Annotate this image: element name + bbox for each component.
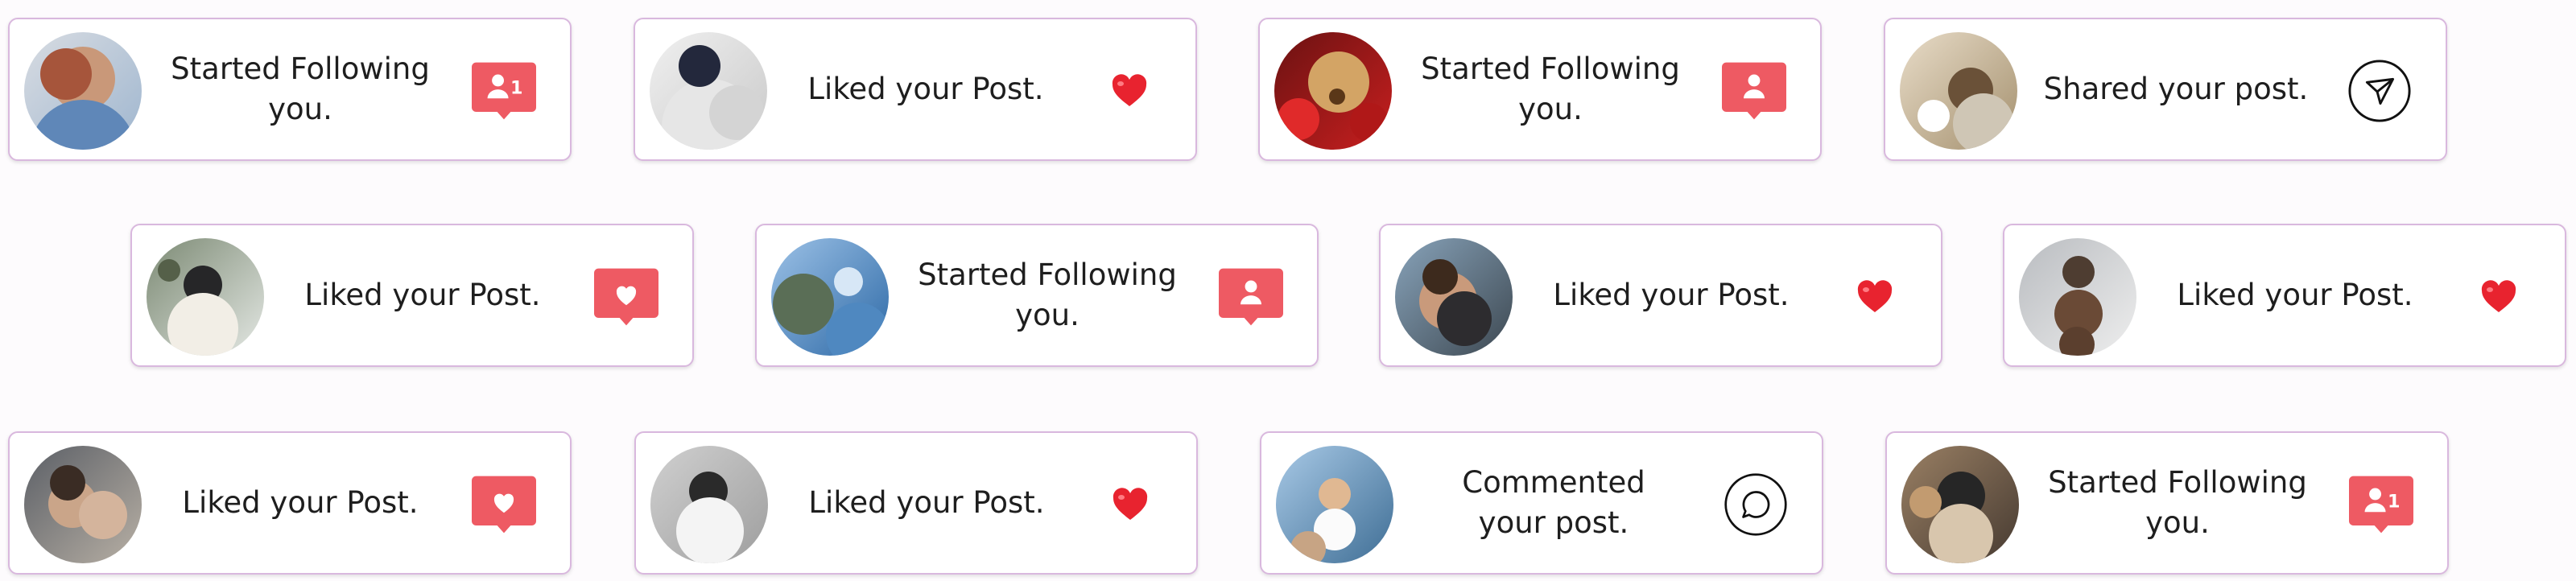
notification-text: Shared your post. [2043,72,2309,106]
badge-count: 1 [2388,492,2401,513]
avatar[interactable] [1900,32,2017,150]
notification-text: Started Following you. [2048,465,2307,540]
notification-card[interactable]: Commented your post. [1260,431,1823,575]
notification-card[interactable]: Started Following you. [1258,18,1822,161]
heart-badge-icon[interactable] [594,265,658,329]
heart-emoji-icon[interactable] [1098,472,1162,537]
notification-text: Liked your Post. [2177,278,2413,312]
notification-card[interactable]: Liked your Post. [2003,224,2566,367]
notification-card[interactable]: Liked your Post. [130,224,694,367]
follow-badge-icon[interactable]: 1 [472,59,536,123]
avatar[interactable] [1276,446,1393,563]
notification-text: Started Following you. [171,52,430,126]
notification-card[interactable]: Started Following you. [755,224,1319,367]
avatar[interactable] [1395,238,1513,356]
notification-text: Liked your Post. [807,72,1044,106]
heart-emoji-icon[interactable] [1097,59,1162,123]
notification-text: Liked your Post. [1553,278,1790,312]
follow-badge-icon[interactable] [1722,59,1786,123]
avatar[interactable] [24,446,142,563]
heart-emoji-icon[interactable] [2467,265,2531,329]
avatar[interactable] [650,446,768,563]
notification-text: Liked your Post. [808,485,1045,520]
notification-text: Liked your Post. [304,278,541,312]
notification-text: Commented your post. [1462,465,1645,540]
notification-card[interactable]: Liked your Post. [634,18,1197,161]
notification-card[interactable]: Liked your Post. [634,431,1198,575]
notification-text: Started Following you. [1421,52,1680,126]
avatar[interactable] [24,32,142,150]
notification-card[interactable]: Started Following you. 1 [8,18,572,161]
notification-card[interactable]: Liked your Post. [1379,224,1942,367]
avatar[interactable] [771,238,889,356]
heart-badge-icon[interactable] [472,472,536,537]
send-icon[interactable] [2347,59,2412,123]
notification-text: Liked your Post. [182,485,419,520]
follow-badge-icon[interactable]: 1 [2349,472,2413,537]
avatar[interactable] [1274,32,1392,150]
notification-text: Started Following you. [918,258,1177,332]
notification-card[interactable]: Liked your Post. [8,431,572,575]
avatar[interactable] [1901,446,2019,563]
notification-card[interactable]: Shared your post. [1884,18,2447,161]
notification-card[interactable]: Started Following you. 1 [1885,431,2449,575]
badge-count: 1 [510,78,523,99]
follow-badge-icon[interactable] [1219,265,1283,329]
heart-emoji-icon[interactable] [1843,265,1907,329]
avatar[interactable] [147,238,264,356]
comment-icon[interactable] [1724,472,1788,537]
avatar[interactable] [650,32,767,150]
avatar[interactable] [2019,238,2136,356]
